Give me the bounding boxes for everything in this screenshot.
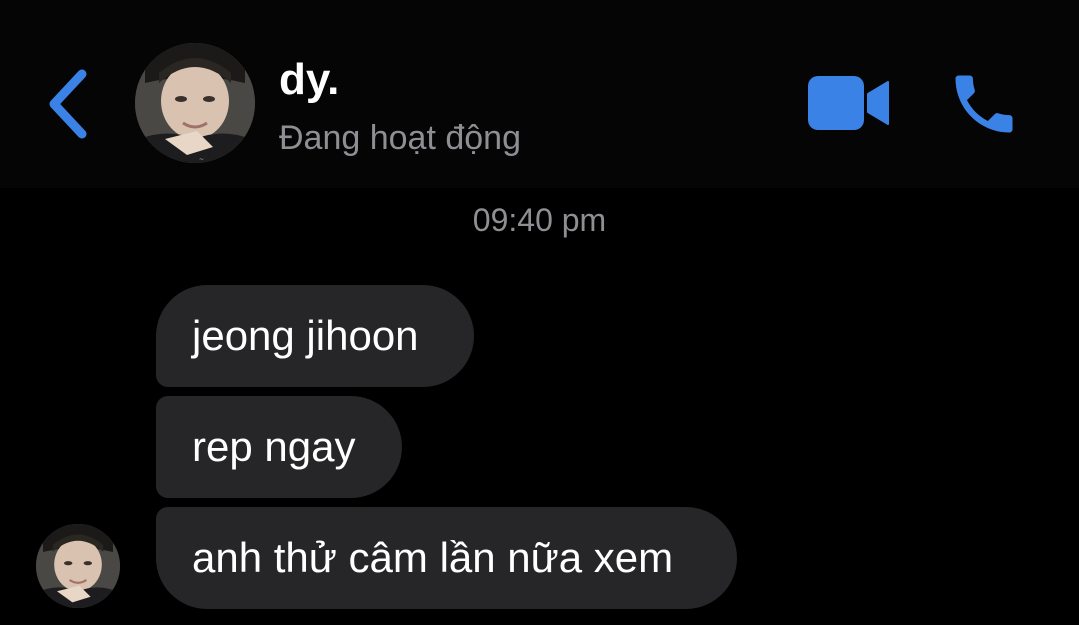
chevron-left-icon (49, 69, 87, 139)
video-call-button[interactable] (806, 74, 890, 132)
sender-avatar[interactable] (36, 524, 120, 608)
message-bubble[interactable]: rep ngay (156, 396, 402, 498)
svg-text:~: ~ (199, 156, 204, 163)
audio-call-button[interactable] (946, 66, 1022, 142)
video-camera-icon (808, 76, 889, 130)
contact-avatar[interactable]: ~ (135, 43, 255, 163)
chat-header: ~ dy. Đang hoạt động (0, 0, 1079, 188)
message-bubble[interactable]: anh thử câm lần nữa xem (156, 507, 737, 609)
active-status: Đang hoạt động (279, 119, 521, 157)
back-button[interactable] (40, 64, 96, 144)
contact-name[interactable]: dy. (279, 52, 339, 108)
message-bubble[interactable]: jeong jihoon (156, 285, 474, 387)
phone-icon (955, 75, 1013, 133)
message-timestamp: 09:40 pm (472, 202, 607, 238)
